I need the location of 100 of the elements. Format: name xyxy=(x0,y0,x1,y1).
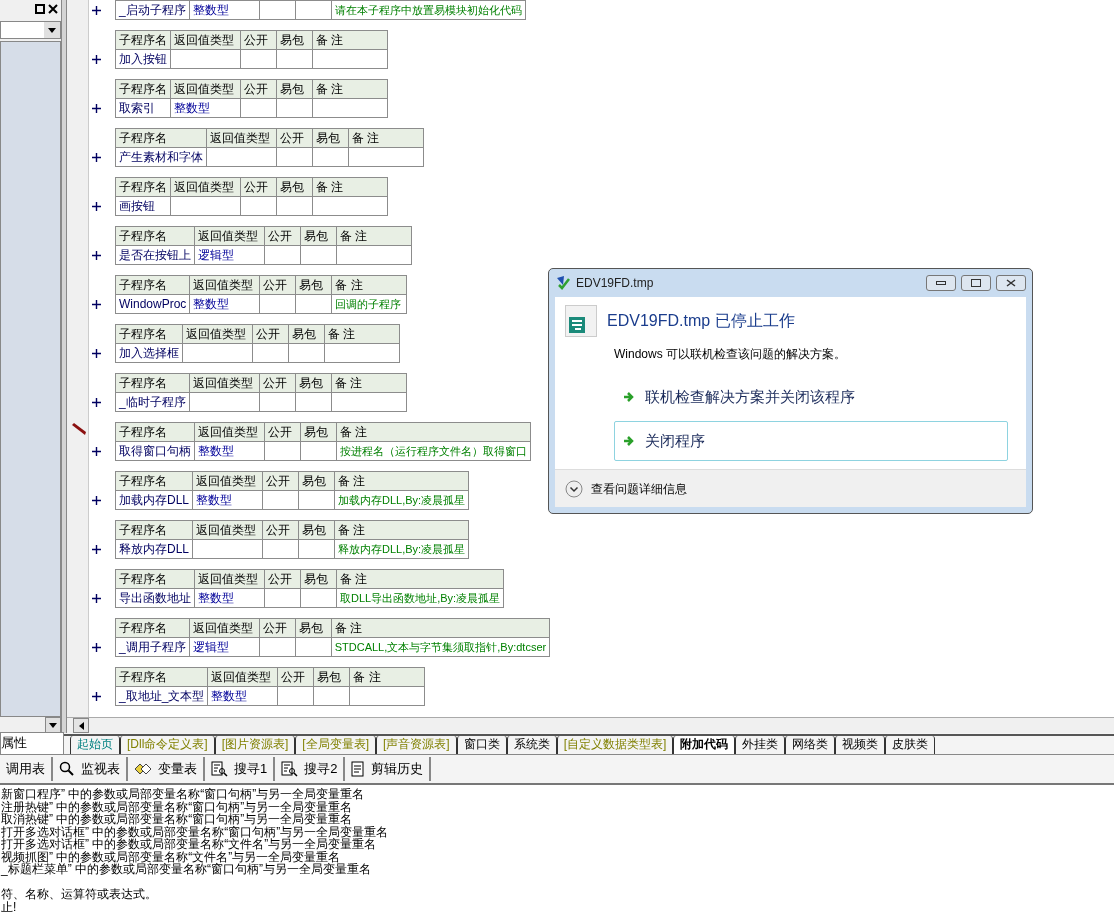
file-tab[interactable]: [图片资源表] xyxy=(214,736,296,754)
column-header: 备 注 xyxy=(312,177,388,197)
tab-label: [图片资源表] xyxy=(221,737,289,751)
command-link[interactable]: 联机检查解决方案并关闭该程序 xyxy=(614,377,1008,417)
remark: 加载内存DLL,By:凌晨孤星 xyxy=(334,490,469,510)
plus-icon[interactable] xyxy=(92,202,101,211)
panel-tab[interactable]: 剪辑历史 xyxy=(345,757,432,781)
output-line: _标题栏菜单” 中的参数或局部变量名称“窗口句柄”与另一全局变量重名 xyxy=(1,863,372,876)
column-header: 备 注 xyxy=(312,30,388,50)
panel-tab[interactable]: 搜寻2 xyxy=(275,757,346,781)
app-icon xyxy=(555,275,571,291)
dropdown[interactable] xyxy=(0,21,61,39)
plus-icon[interactable] xyxy=(92,594,101,603)
return-type: 整数型 xyxy=(170,98,241,118)
maximize-button[interactable] xyxy=(961,275,991,291)
column-header: 公开 xyxy=(259,618,296,638)
plus-icon[interactable] xyxy=(92,153,101,162)
output-line: 视频抓图” 中的参数或局部变量名称“文件名”与另一全局变量重名 xyxy=(1,850,341,863)
file-tab[interactable]: 皮肤类 xyxy=(885,736,936,754)
column-header: 返回值类型 xyxy=(189,618,260,638)
plus-icon[interactable] xyxy=(92,496,101,505)
tab-label: [Dll命令定义表] xyxy=(127,737,208,751)
column-header: 备 注 xyxy=(349,667,425,687)
output-line: 打开多选对话框” 中的参数或局部变量名称“窗口句柄”与另一全局变量重名 xyxy=(1,825,390,838)
column-header: 备 注 xyxy=(312,79,388,99)
plus-icon[interactable] xyxy=(92,692,101,701)
plus-icon[interactable] xyxy=(92,300,101,309)
column-header: 易包 xyxy=(295,373,332,393)
procedure-name: 加载内存DLL xyxy=(115,490,193,510)
procedure-name: 是否在按钮上 xyxy=(115,245,195,265)
column-header: 子程序名 xyxy=(115,177,171,197)
panel-tab[interactable]: 变量表 xyxy=(128,757,205,781)
close-icon[interactable] xyxy=(48,4,58,14)
return-type: 整数型 xyxy=(207,686,278,706)
procedure-name: 加入选择框 xyxy=(115,343,183,363)
chevron-down-icon[interactable] xyxy=(565,479,583,498)
restore-icon[interactable] xyxy=(35,4,45,14)
plus-icon[interactable] xyxy=(92,643,101,652)
plus-icon[interactable] xyxy=(92,55,101,64)
panel-tab[interactable]: 搜寻1 xyxy=(205,757,276,781)
details-link[interactable]: 查看问题详细信息 xyxy=(591,479,687,498)
procedure-name: 加入按钮 xyxy=(115,49,171,69)
plus-icon[interactable] xyxy=(92,398,101,407)
arrow-icon xyxy=(623,391,635,403)
tab-label: 外挂类 xyxy=(742,737,779,751)
plus-icon[interactable] xyxy=(92,349,101,358)
panel-tab[interactable]: 调用表 xyxy=(0,757,53,781)
command-link[interactable]: 关闭程序 xyxy=(614,421,1008,461)
column-header: 易包 xyxy=(300,569,337,589)
remark: 请在本子程序中放置易模块初始化代码 xyxy=(331,0,526,20)
file-tab[interactable]: 起始页 xyxy=(70,736,120,754)
search-icon xyxy=(59,761,75,777)
file-tab[interactable]: [声音资源表] xyxy=(376,736,457,754)
file-tab[interactable]: 窗口类 xyxy=(456,736,507,754)
horizontal-scrollbar[interactable] xyxy=(67,717,1114,733)
column-header: 公开 xyxy=(259,275,296,295)
column-header: 子程序名 xyxy=(115,79,171,99)
file-tab[interactable]: [Dll命令定义表] xyxy=(120,736,215,754)
arrow-icon xyxy=(623,435,635,447)
column-header: 易包 xyxy=(288,324,325,344)
plus-icon[interactable] xyxy=(92,6,101,15)
column-header: 公开 xyxy=(262,471,299,491)
output-line: 止! xyxy=(1,900,18,913)
column-header: 返回值类型 xyxy=(170,177,241,197)
find-document-icon xyxy=(211,761,228,777)
plus-icon[interactable] xyxy=(92,251,101,260)
procedure-name: 取得窗口句柄 xyxy=(115,441,195,461)
caret-icon[interactable] xyxy=(49,722,57,728)
plus-icon[interactable] xyxy=(92,447,101,456)
column-header: 返回值类型 xyxy=(189,373,260,393)
column-header: 备 注 xyxy=(336,569,504,589)
column-header: 备 注 xyxy=(331,618,550,638)
output-line: 新窗口程序” 中的参数或局部变量名称“窗口句柄”与另一全局变量重名 xyxy=(1,788,366,801)
tab-label: 系统类 xyxy=(513,737,550,751)
file-tab[interactable]: [自定义数据类型表] xyxy=(556,736,674,754)
column-header: 备 注 xyxy=(336,422,531,442)
file-tab[interactable]: 外挂类 xyxy=(735,736,786,754)
file-tab[interactable]: 网络类 xyxy=(785,736,836,754)
column-header: 子程序名 xyxy=(115,520,193,540)
close-button[interactable] xyxy=(996,275,1026,291)
output-line: 打开多选对话框” 中的参数或局部变量名称“文件名”与另一全局变量重名 xyxy=(1,838,377,851)
file-tab[interactable]: 系统类 xyxy=(506,736,557,754)
panel-tab[interactable]: 监视表 xyxy=(53,757,128,781)
minimize-button[interactable] xyxy=(926,275,956,291)
caret-icon xyxy=(48,27,56,33)
dialog-heading: EDV19FD.tmp 已停止工作 xyxy=(607,311,795,331)
column-header: 返回值类型 xyxy=(207,667,278,687)
tab-label: [声音资源表] xyxy=(383,737,450,751)
column-header: 公开 xyxy=(276,128,313,148)
plus-icon[interactable] xyxy=(92,104,101,113)
file-tab[interactable]: 视频类 xyxy=(835,736,886,754)
dialog-title: EDV19FD.tmp xyxy=(576,275,655,292)
document-icon xyxy=(351,761,366,777)
return-type: 整数型 xyxy=(189,294,260,314)
column-header: 子程序名 xyxy=(115,471,193,491)
column-header: 易包 xyxy=(313,667,350,687)
file-tab[interactable]: 附加代码 xyxy=(673,736,736,754)
file-tab[interactable]: [全局变量表] xyxy=(295,736,376,754)
properties-tab[interactable]: 属性 xyxy=(0,732,64,754)
plus-icon[interactable] xyxy=(92,545,101,554)
